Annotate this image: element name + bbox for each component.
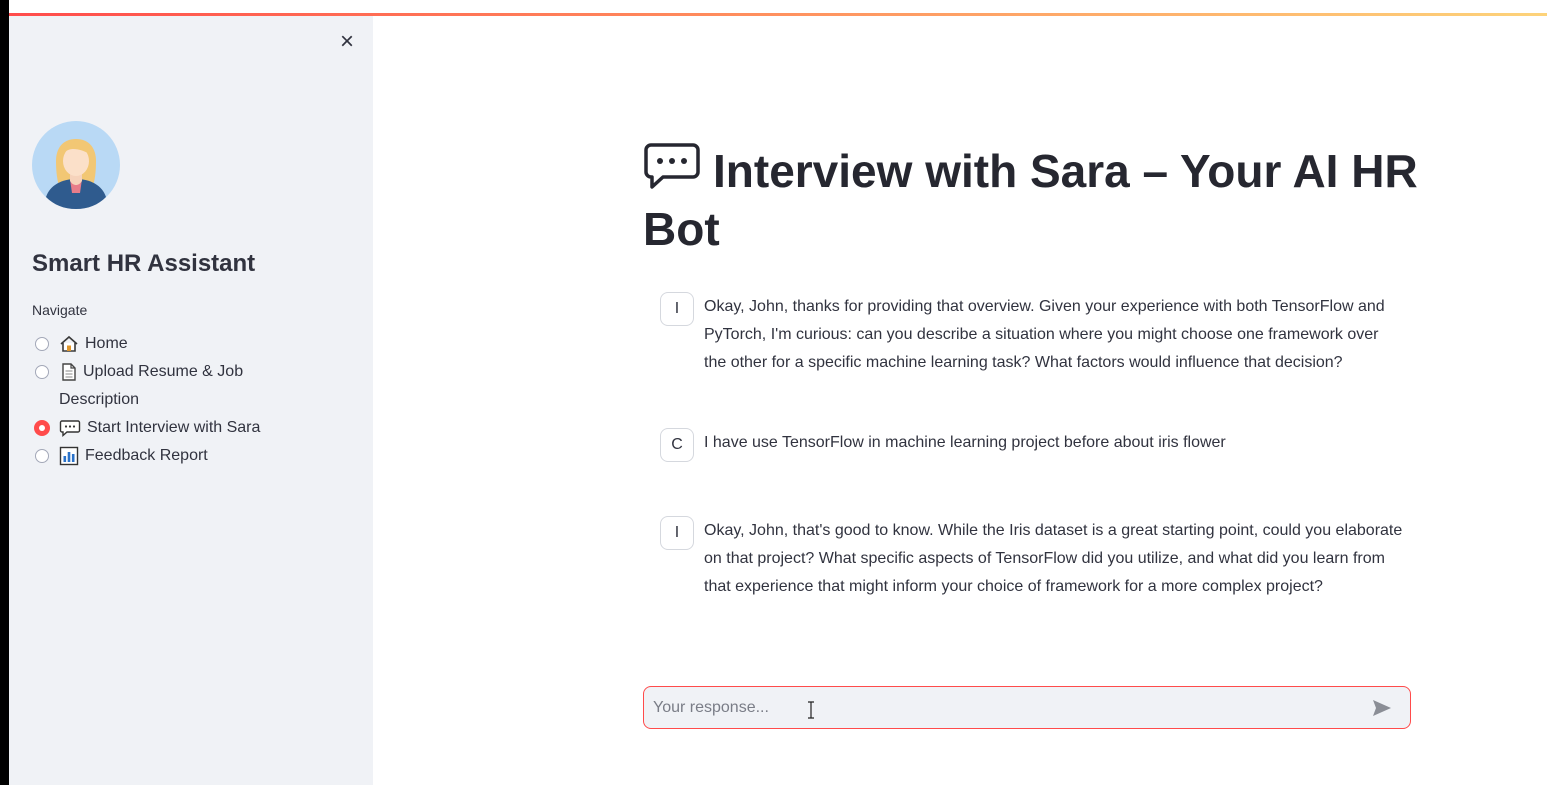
nav-item-upload-resume[interactable]: Upload Resume & Job Description — [35, 362, 243, 414]
app-header-decoration — [0, 13, 1547, 16]
text-cursor-icon — [808, 701, 814, 719]
speech-bubble-icon — [644, 143, 700, 189]
nav-item-home[interactable]: Home — [35, 334, 128, 358]
nav-item-feedback-report[interactable]: Feedback Report — [35, 446, 208, 470]
message-text: Okay, John, that's good to know. While t… — [704, 522, 1403, 595]
nav-item-label: Home — [85, 335, 128, 352]
radio-button[interactable] — [35, 449, 49, 463]
nav-item-label: Start Interview with Sara — [87, 419, 261, 436]
nav-item-label-line2: Description — [59, 391, 140, 408]
radio-button[interactable] — [35, 365, 49, 379]
sidebar: × Smart HR Assistant Navigate Home Uploa… — [9, 16, 373, 785]
chat-response-input[interactable] — [653, 687, 1353, 728]
nav-item-start-interview[interactable]: Start Interview with Sara — [34, 418, 260, 442]
message-avatar: I — [660, 516, 694, 550]
chat-message: C I have use TensorFlow in machine learn… — [660, 428, 1410, 464]
close-sidebar-button[interactable]: × — [335, 30, 359, 54]
speech-bubble-icon — [59, 420, 81, 438]
bar-chart-icon — [59, 446, 79, 466]
navigate-label: Navigate — [32, 302, 88, 318]
page-title: Interview with Sara – Your AI HR Bot — [643, 141, 1423, 258]
app-title: Smart HR Assistant — [32, 250, 256, 277]
message-text: Okay, John, thanks for providing that ov… — [704, 298, 1385, 371]
message-avatar: C — [660, 428, 694, 462]
radio-button[interactable] — [35, 337, 49, 351]
document-icon — [62, 363, 76, 381]
close-icon: × — [339, 28, 354, 55]
hr-assistant-avatar — [32, 121, 120, 209]
house-icon — [60, 335, 78, 352]
chat-message: I Okay, John, that's good to know. While… — [660, 516, 1410, 634]
chat-input-container — [643, 686, 1411, 729]
message-text: I have use TensorFlow in machine learnin… — [704, 434, 1226, 451]
nav-item-label: Feedback Report — [85, 447, 208, 464]
page-title-text: Interview with Sara – Your AI HR Bot — [643, 145, 1418, 255]
window-edge — [0, 0, 9, 785]
chat-message: I Okay, John, thanks for providing that … — [660, 292, 1410, 382]
nav-item-label: Upload Resume & Job — [83, 363, 244, 380]
radio-button-selected[interactable] — [34, 420, 50, 436]
send-icon[interactable] — [1371, 697, 1393, 719]
message-avatar: I — [660, 292, 694, 326]
